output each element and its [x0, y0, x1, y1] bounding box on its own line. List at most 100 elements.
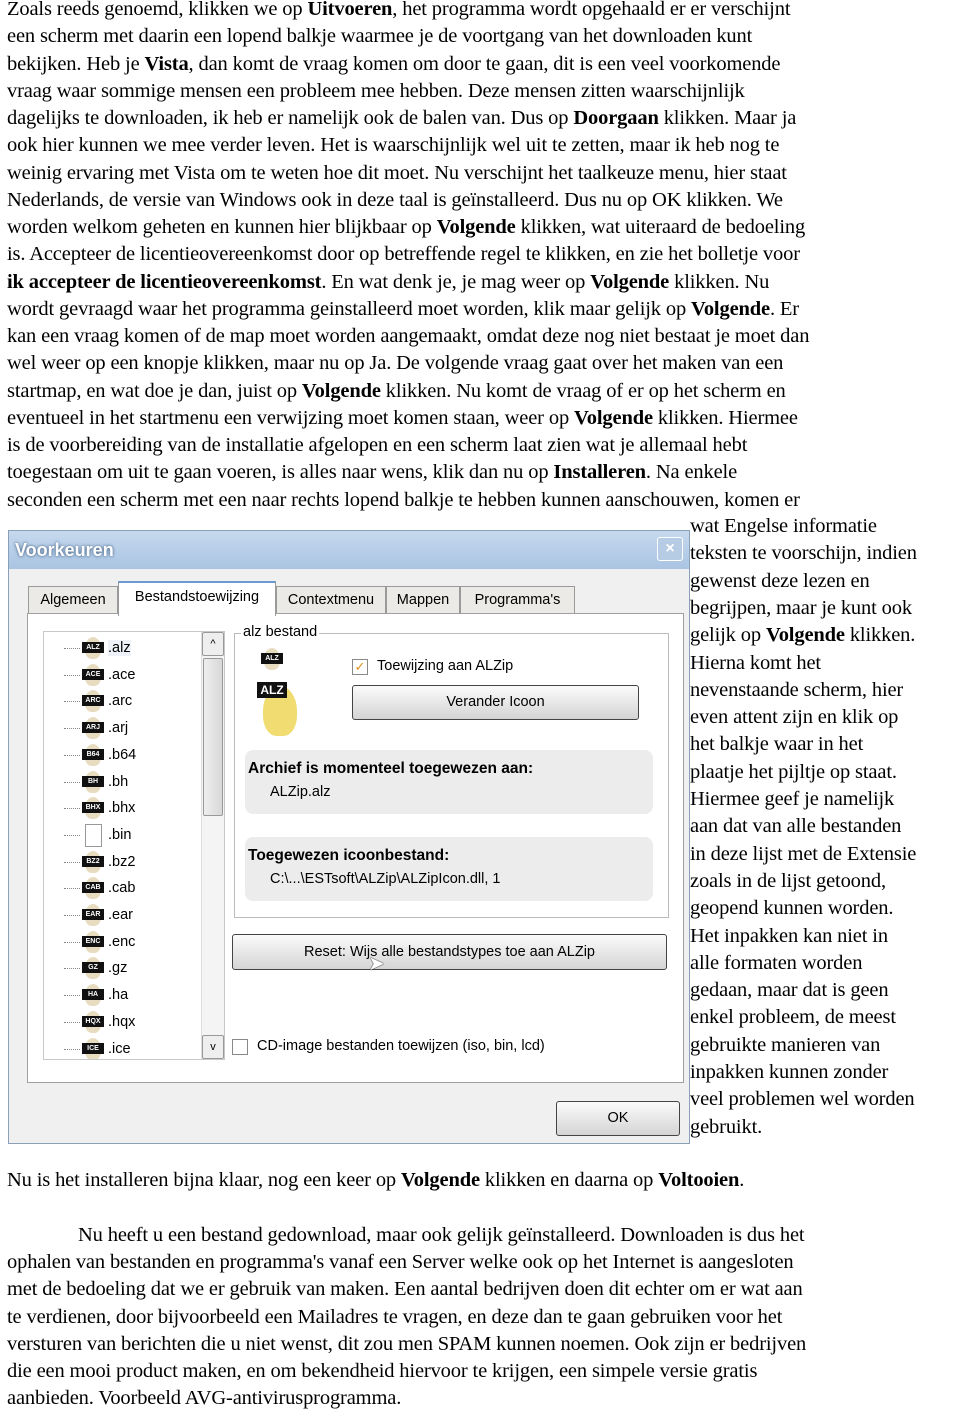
extension-item[interactable]: ENC .enc: [82, 930, 135, 954]
extension-item[interactable]: BH .bh: [82, 770, 128, 794]
text-line: Zoals reeds genoemd, klikken we op Uitvo…: [7, 0, 791, 23]
extension-item[interactable]: CAB .cab: [82, 876, 135, 900]
text-span: klikken.: [844, 624, 916, 647]
text-span: seconden een scherm met een naar rechts …: [7, 488, 800, 511]
archive-file-icon: ARJ: [82, 717, 104, 740]
close-icon[interactable]: ×: [657, 537, 683, 561]
extension-item[interactable]: HA .ha: [82, 983, 128, 1007]
text-line: ophalen van bestanden en programma's van…: [7, 1249, 794, 1276]
tab-bestandstoewijzing[interactable]: Bestandstoewijzing: [118, 581, 276, 616]
text-span: . En wat denk je, je mag weer op: [321, 270, 591, 293]
assigned-info-box: Archief is momenteel toegewezen aan: ALZ…: [245, 750, 653, 814]
group-label: alz bestand: [241, 624, 320, 640]
text-span: gebruikte manieren van: [690, 1033, 881, 1056]
text-line: in deze lijst met de Extensie: [690, 841, 916, 868]
text-line: gebruikte manieren van: [690, 1032, 880, 1059]
scroll-down-icon[interactable]: v: [202, 1035, 224, 1059]
reset-button[interactable]: Reset: Wijs alle bestandstypes toe aan A…: [232, 934, 667, 970]
scrollbar[interactable]: ^ v: [201, 632, 224, 1059]
text-line: Het inpakken kan niet in: [690, 923, 888, 950]
tree-connector: [64, 781, 80, 783]
archive-file-icon: CAB: [82, 877, 104, 900]
extension-item[interactable]: B64 .b64: [82, 743, 136, 767]
text-span: klikken. Hiermee: [652, 406, 798, 429]
extension-item[interactable]: ICE .ice: [82, 1037, 131, 1059]
extension-label: .cab: [108, 880, 136, 897]
iconfile-info-box: Toegewezen icoonbestand: C:\...\ESTsoft\…: [245, 837, 653, 901]
text-line: even attent zijn en klik op: [690, 704, 898, 731]
archive-file-icon: BH: [82, 770, 104, 793]
text-line: geopend kunnen worden.: [690, 895, 894, 922]
text-line: seconden een scherm met een naar rechts …: [7, 487, 800, 514]
tree-connector: [64, 888, 80, 890]
extension-item[interactable]: ALZ .alz: [82, 636, 131, 660]
extension-item[interactable]: HQX .hqx: [82, 1010, 135, 1034]
archive-file-icon: ACE: [82, 663, 104, 686]
cd-image-checkbox[interactable]: [232, 1039, 248, 1055]
text-span: klikken en daarna op: [479, 1169, 659, 1191]
assign-checkbox[interactable]: ✓: [352, 659, 368, 675]
text-span: .: [739, 1169, 745, 1191]
text-span: Nu heeft u een bestand gedownload, maar …: [78, 1224, 805, 1246]
archive-file-icon: BHX: [82, 797, 104, 820]
text-span: gewenst deze lezen en: [690, 569, 870, 592]
tree-connector: [64, 941, 80, 943]
text-line: wel weer op een knopje klikken, maar nu …: [7, 350, 783, 377]
tree-connector: [64, 754, 80, 756]
text-span: wat Engelse informatie: [690, 515, 877, 537]
archive-file-icon: ALZ: [82, 637, 104, 659]
scroll-up-icon[interactable]: ^: [202, 632, 224, 656]
text-span: , dan komt de vraag komen om door te gaa…: [188, 52, 781, 75]
extension-label: .arc: [108, 693, 133, 710]
bold-term: Volgende: [691, 297, 770, 320]
text-line: eventueel in het startmenu een verwijzin…: [7, 405, 798, 432]
tree-connector: [64, 1048, 80, 1050]
extension-item[interactable]: BHX .bhx: [82, 796, 135, 820]
text-line: zoals in de lijst getoond,: [690, 868, 886, 895]
change-icon-button[interactable]: Verander Icoon: [352, 685, 639, 720]
archive-file-icon: ENC: [82, 930, 104, 953]
text-span: gelijk op: [690, 624, 766, 647]
bold-term: Volgende: [401, 1169, 480, 1191]
text-span: aanbieden. Voorbeeld AVG-antivirusprogra…: [7, 1387, 402, 1410]
archive-file-icon: EAR: [82, 904, 104, 926]
extension-label: .arj: [108, 720, 129, 737]
text-span: veel problemen wel worden: [690, 1088, 915, 1111]
tab-contextmenu[interactable]: Contextmenu: [276, 586, 386, 614]
text-line: startmap, en wat doe je dan, juist op Vo…: [7, 378, 786, 405]
tab-programmas[interactable]: Programma's: [460, 586, 575, 614]
extension-list[interactable]: ^ v ALZ .alz ACE .ace ARC .arc ARJ .arj B64 .b64 B…: [43, 631, 225, 1060]
text-line: is. Accepteer de licentieovereenkomst do…: [7, 241, 800, 268]
extension-item[interactable]: ARJ .arj: [82, 716, 128, 740]
bold-term: Uitvoeren: [307, 0, 393, 20]
text-line: wat Engelse informatie: [690, 513, 877, 540]
assign-label: Toewijzing aan ALZip: [377, 658, 514, 674]
assigned-value: ALZip.alz: [270, 784, 331, 800]
extension-item[interactable]: ARC .arc: [82, 689, 132, 713]
text-line: aanbieden. Voorbeeld AVG-antivirusprogra…: [7, 1385, 401, 1412]
ok-button[interactable]: OK: [556, 1101, 680, 1136]
iconfile-value: C:\...\ESTsoft\ALZip\ALZipIcon.dll, 1: [270, 871, 501, 887]
text-line: versturen van berichten die u niet wenst…: [7, 1331, 806, 1358]
text-span: Zoals reeds genoemd, klikken we op: [7, 0, 308, 20]
extension-item[interactable]: GZ .gz: [82, 956, 127, 980]
text-span: met de bedoeling dat we er gebruik van m…: [7, 1278, 803, 1301]
text-span: even attent zijn en klik op: [690, 706, 899, 729]
extension-label: .hqx: [108, 1013, 136, 1030]
extension-label: .ace: [108, 666, 136, 683]
tab-mappen[interactable]: Mappen: [386, 586, 460, 614]
text-span: plaatje het pijltje op staat.: [690, 760, 897, 783]
tab-algemeen[interactable]: Algemeen: [28, 586, 118, 614]
extension-item[interactable]: EAR .ear: [82, 903, 133, 927]
extension-item[interactable]: .bin: [82, 823, 131, 847]
extension-label: .ice: [108, 1040, 131, 1057]
extension-item[interactable]: BZ2 .bz2: [82, 850, 135, 874]
scroll-thumb[interactable]: [203, 658, 223, 816]
bold-term: Installeren: [553, 461, 646, 484]
extension-item[interactable]: ACE .ace: [82, 663, 135, 687]
text-span: ook hier kunnen we mee verder leven. Het…: [7, 134, 780, 157]
text-line: nevenstaande scherm, hier: [690, 677, 903, 704]
text-span: klikken. Maar ja: [658, 107, 797, 129]
alz-file-group: alz bestand ALZ ALZ ✓ Toewijzing aan ALZ…: [234, 624, 669, 918]
bold-term: Vista: [144, 52, 189, 75]
